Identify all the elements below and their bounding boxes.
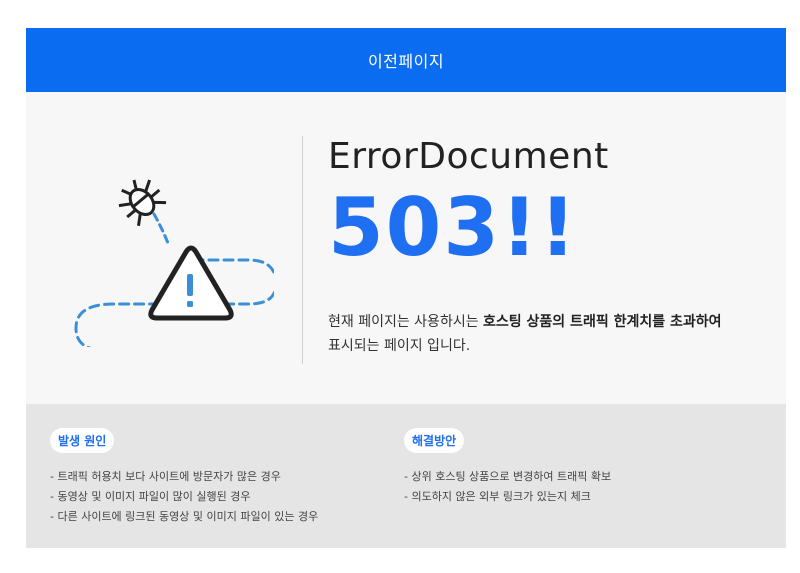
error-desc-bold: 호스팅 상품의 트래픽 한계치를 초과하여 [483,314,722,330]
list-item: - 상위 호스팅 상품으로 변경하여 트래픽 확보 [404,470,612,483]
causes-column: 발생 원인 - 트래픽 허용치 보다 사이트에 방문자가 많은 경우 - 동영상… [50,428,318,527]
error-description: 현재 페이지는 사용하시는 호스팅 상품의 트래픽 한계치를 초과하여 표시되는… [328,310,768,358]
hero-section: ErrorDocument 503!! 현재 페이지는 사용하시는 호스팅 상품… [26,92,786,404]
error-title: ErrorDocument [328,136,609,177]
list-item: - 다른 사이트에 링크된 동영상 및 이미지 파일이 있는 경우 [50,510,319,523]
bug-icon [118,179,167,227]
error-page: 이전페이지 ErrorDocument 503!! 현재 페이지는 사용하시는 … [26,28,786,548]
vertical-divider [302,136,303,364]
list-item: - 동영상 및 이미지 파일이 많이 실행된 경우 [50,490,251,503]
back-button-label: 이전페이지 [367,52,445,71]
info-section: 발생 원인 - 트래픽 허용치 보다 사이트에 방문자가 많은 경우 - 동영상… [26,404,786,548]
error-desc-text: 현재 페이지는 사용하시는 [328,314,484,330]
solutions-list: - 상위 호스팅 상품으로 변경하여 트래픽 확보 - 의도하지 않은 외부 링… [404,467,611,507]
error-illustration [74,179,274,347]
error-desc-text-2: 표시되는 페이지 입니다. [328,338,471,354]
solutions-column: 해결방안 - 상위 호스팅 상품으로 변경하여 트래픽 확보 - 의도하지 않은… [404,428,611,507]
causes-list: - 트래픽 허용치 보다 사이트에 방문자가 많은 경우 - 동영상 및 이미지… [50,467,318,527]
list-item: - 의도하지 않은 외부 링크가 있는지 체크 [404,490,591,503]
causes-label: 발생 원인 [50,428,115,453]
dashed-path [152,212,171,248]
back-button[interactable]: 이전페이지 [26,28,786,92]
warning-triangle-icon [148,245,234,321]
error-code: 503!! [328,181,578,274]
solutions-label: 해결방안 [404,428,465,453]
list-item: - 트래픽 허용치 보다 사이트에 방문자가 많은 경우 [50,470,281,483]
